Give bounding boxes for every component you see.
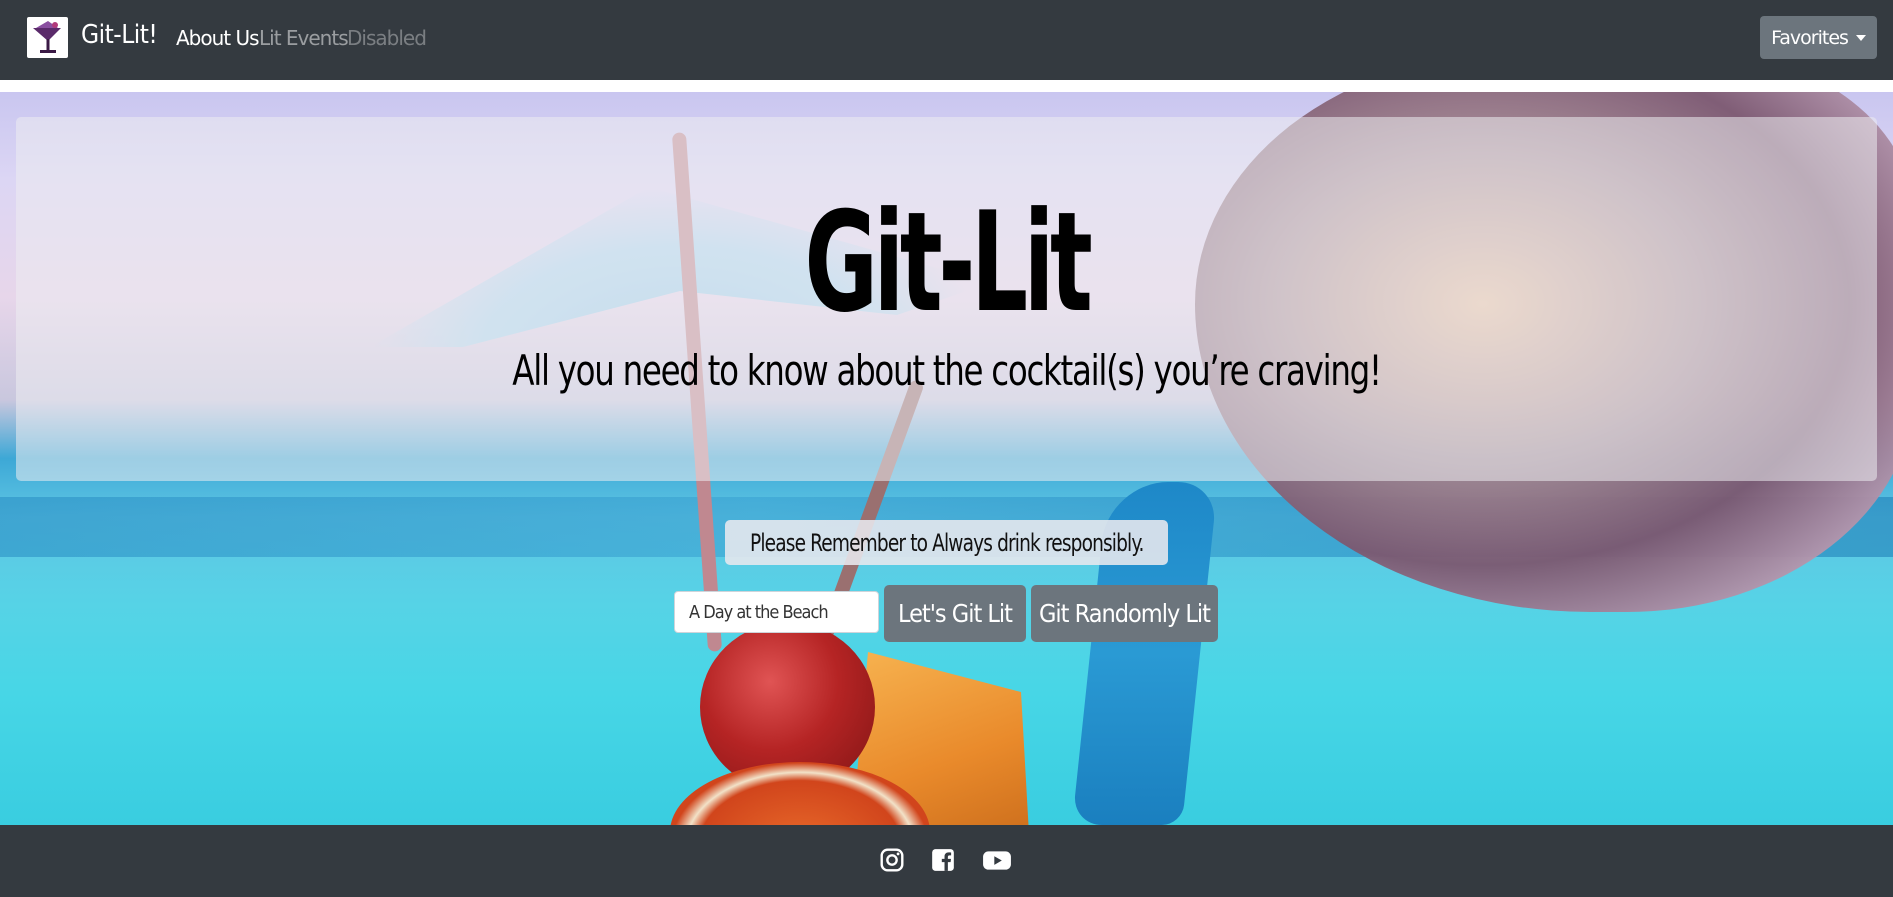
cocktail-search-input[interactable]	[674, 591, 879, 633]
nav-lit-events[interactable]: Lit Events	[259, 26, 349, 50]
brand-logo[interactable]	[27, 17, 68, 58]
favorites-dropdown-button[interactable]: Favorites	[1760, 16, 1877, 59]
brand-name[interactable]: Git-Lit!	[81, 20, 158, 50]
chevron-down-icon	[1855, 34, 1866, 41]
instagram-icon[interactable]	[879, 847, 905, 873]
nav-about-us[interactable]: About Us	[176, 26, 260, 50]
notice-text: Please Remember to Always drink responsi…	[749, 528, 1144, 557]
responsibility-notice: Please Remember to Always drink responsi…	[725, 520, 1168, 565]
git-randomly-lit-button[interactable]: Git Randomly Lit	[1031, 585, 1218, 642]
lets-git-lit-button[interactable]: Let's Git Lit	[884, 585, 1026, 642]
youtube-icon[interactable]	[982, 847, 1012, 873]
page-title: Git-Lit	[804, 182, 1093, 343]
facebook-icon[interactable]	[930, 847, 956, 873]
top-navbar: Git-Lit! About Us Lit Events Disabled Fa…	[0, 0, 1893, 80]
page-subtitle: All you need to know about the cocktail(…	[512, 346, 1382, 395]
cocktail-logo-icon	[33, 21, 61, 53]
nav-disabled: Disabled	[347, 26, 427, 50]
favorites-label: Favorites	[1771, 26, 1849, 49]
